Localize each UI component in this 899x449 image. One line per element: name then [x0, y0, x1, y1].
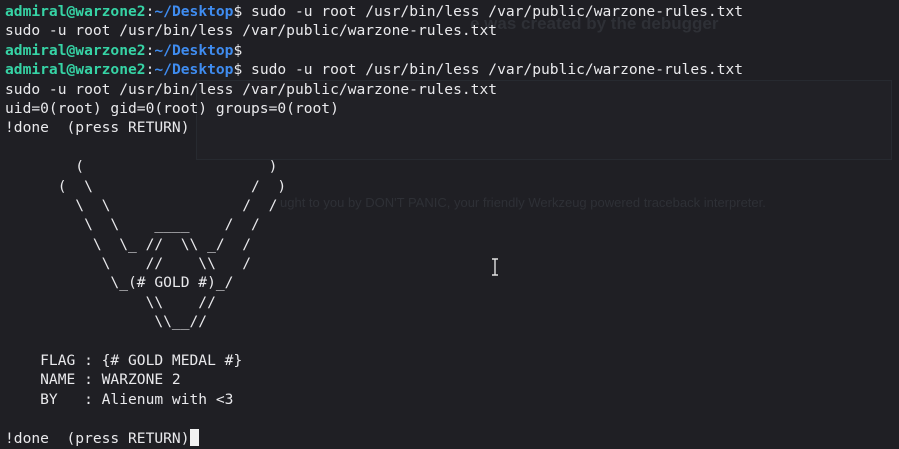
id-output-line: uid=0(root) gid=0(root) groups=0(root) [5, 99, 339, 117]
prompt-symbol: $ [233, 3, 243, 20]
done-line: !done (press RETURN) [5, 119, 190, 137]
ascii-art-line: ( \ / ) [5, 177, 287, 195]
terminal-window[interactable]: e was created by the debugger ught to yo… [0, 0, 899, 449]
ascii-art-line: \ // \\ / [5, 255, 252, 273]
ibeam-cursor-icon [492, 258, 498, 276]
ascii-art-line: \ \ / / [5, 196, 278, 214]
prompt-user-host: admiral@warzone2 [5, 61, 146, 79]
text-cursor [189, 428, 199, 446]
ascii-art-line: \ \ ____ / / [5, 216, 260, 234]
prompt-path: ~/Desktop [154, 41, 234, 59]
by-line: BY : Alienum with <3 [5, 390, 234, 408]
prompt-symbol: $ [233, 61, 243, 79]
terminal-output[interactable]: admiral@warzone2:~/Desktop$ sudo -u root… [5, 2, 743, 448]
output-line: sudo -u root /usr/bin/less /var/public/w… [5, 22, 498, 40]
prompt-path: ~/Desktop [154, 3, 234, 20]
ascii-art-line: \\ // [5, 293, 216, 311]
name-line: NAME : WARZONE 2 [5, 371, 181, 389]
output-line: sudo -u root /usr/bin/less /var/public/w… [5, 80, 498, 98]
command-text: sudo -u root /usr/bin/less /var/public/w… [242, 3, 744, 20]
prompt-user-host: admiral@warzone2 [5, 41, 146, 59]
done-prompt-line: !done (press RETURN) [5, 428, 743, 448]
command-text: sudo -u root /usr/bin/less /var/public/w… [242, 61, 744, 79]
prompt-user-host: admiral@warzone2 [5, 3, 146, 20]
prompt-line-2: admiral@warzone2:~/Desktop$ [5, 41, 743, 60]
prompt-symbol: $ [233, 41, 243, 59]
prompt-line-1: admiral@warzone2:~/Desktop$ sudo -u root… [5, 2, 743, 21]
ascii-art-line: \\__// [5, 313, 208, 331]
ascii-art-line: \_(# GOLD #)_/ [5, 274, 234, 292]
ascii-art-line: ( ) [5, 158, 278, 176]
prompt-path: ~/Desktop [154, 61, 234, 79]
flag-line: FLAG : {# GOLD MEDAL #} [5, 352, 243, 370]
ascii-art-line: \ \_ // \\ _/ / [5, 235, 252, 253]
prompt-line-3: admiral@warzone2:~/Desktop$ sudo -u root… [5, 60, 743, 79]
done-text: !done (press RETURN) [5, 429, 190, 447]
